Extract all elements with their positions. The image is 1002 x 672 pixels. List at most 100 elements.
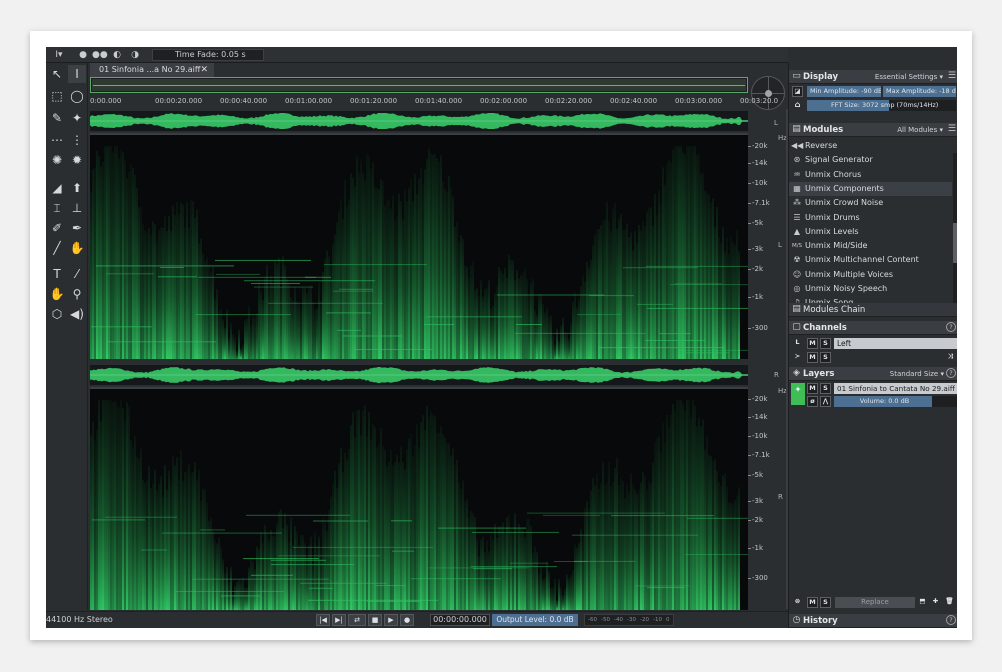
fft-size-slider-bg[interactable]: FFT Size: 3072 smp (70ms/14Hz) [807,100,956,111]
spectrogram-left[interactable] [90,135,748,359]
channel-name-field[interactable]: Left [834,338,957,349]
module-item-unmix-noisy-speech[interactable]: ◎ Unmix Noisy Speech [789,282,952,296]
vertical-selection-icon[interactable]: ⋮ [68,131,86,149]
knife-icon[interactable]: ╱ [48,239,66,257]
waveform-right[interactable] [90,365,748,385]
module-item-unmix-multichannel-content[interactable]: ☢ Unmix Multichannel Content [789,253,952,267]
time-selection-icon[interactable]: ↖ [48,65,66,83]
pencil-area-icon[interactable]: ✐ [48,219,66,237]
history-panel-header[interactable]: ◷ History ? [789,614,957,628]
time-ruler[interactable]: 0:00.000 00:00:20.000 00:00:40.000 00:01:00… [88,95,778,109]
go-to-start-icon[interactable]: |◀ [316,614,330,626]
rectangle-selection-icon[interactable]: ⬚ [48,87,66,105]
harmonic-selection-icon[interactable]: ✺ [48,151,66,169]
freq-tick-label: -3k [747,245,764,253]
display-preset-dropdown[interactable]: Essential Settings ▾ [875,73,943,81]
module-item-reverse[interactable]: ◀◀ Reverse [789,139,952,153]
zoom-icon[interactable]: ⚲ [68,285,86,303]
new-layer-icon[interactable]: ✚ [930,597,941,608]
menu-icon[interactable]: ☰ [948,71,956,81]
magic-wand-icon[interactable]: ✦ [68,109,86,127]
channel2-solo-button[interactable]: S [820,352,831,363]
module-item-unmix-multiple-voices[interactable]: ☺ Unmix Multiple Voices [789,268,952,282]
layer-name-field[interactable]: 01 Sinfonia to Cantata No 29.aiff [834,383,957,394]
layer-active-icon[interactable]: ✦ [791,383,805,405]
3d-cube-icon[interactable]: ⬡ [48,305,66,323]
loop-icon[interactable]: ⇄ [348,614,366,626]
waveform-left[interactable] [90,111,748,131]
stamp-icon[interactable]: ⌶ [48,199,66,217]
layers-solo-all-button[interactable]: S [820,597,831,608]
layers-panel-header[interactable]: ◈ Layers Standard Size ▾ ? [789,367,957,381]
selection-mode-1-icon[interactable]: ● [76,50,90,60]
modules-scroll-thumb[interactable] [953,223,957,263]
swap-channels-icon[interactable]: ⤨ [945,352,956,363]
modules-chain-header[interactable]: ▤ Modules Chain [789,303,957,317]
layer-solo-button[interactable]: S [820,383,831,394]
channel-link-icon[interactable]: ≻ [792,352,803,363]
sparkle-icon[interactable]: ✹ [68,151,86,169]
layer-mute-button[interactable]: M [807,383,818,394]
module-item-unmix-components[interactable]: ▦ Unmix Components [789,181,952,196]
channel-mute-button[interactable]: M [807,338,818,349]
module-item-unmix-mid-side[interactable]: M/S Unmix Mid/Side [789,239,952,253]
stop-icon[interactable]: ■ [368,614,382,626]
selection-mode-4-icon[interactable]: ◑ [128,50,142,60]
module-item-unmix-levels[interactable]: ▲ Unmix Levels [789,225,952,239]
blend-mode-dropdown[interactable]: Replace [835,597,915,608]
layer-stack-icon[interactable]: ⊜ [792,597,803,608]
close-icon[interactable]: ✕ [200,63,208,77]
channel-solo-button[interactable]: S [820,338,831,349]
channels-panel-header[interactable]: ▢ Channels ? [789,321,957,335]
add-layer-icon[interactable]: ⬒ [917,597,928,608]
time-fade-field[interactable]: Time Fade: 0.05 s [152,49,264,61]
eyedropper-icon[interactable]: ⁄ [68,265,86,283]
play-icon[interactable]: ▶ [384,614,398,626]
speaker-icon[interactable]: ◀) [68,305,86,323]
brush-selection-icon[interactable]: ✎ [48,109,66,127]
clone-stamp-icon[interactable]: ⊥ [68,199,86,217]
display-panel-header[interactable]: ▭ Display Essential Settings ▾ ☰ [789,70,957,84]
spectrogram-right[interactable] [90,389,748,610]
layer-volume-slider[interactable]: Volume: 0.0 dB [834,396,932,407]
overview-bar[interactable] [90,77,748,93]
smudge-icon[interactable]: ✋ [68,239,86,257]
go-to-end-icon[interactable]: ▶| [332,614,346,626]
selection-mode-2-icon[interactable]: ●● [92,50,108,60]
layers-mute-all-button[interactable]: M [807,597,818,608]
module-item-unmix-crowd-noise[interactable]: ⁂ Unmix Crowd Noise [789,196,952,210]
output-level-slider[interactable]: Output Level: 0.0 dB [492,614,578,626]
max-amplitude-slider[interactable]: Max Amplitude: -18 dB [883,86,956,97]
module-item-signal-generator[interactable]: ⊛ Signal Generator [789,153,952,167]
layers-help-icon[interactable]: ? [946,368,956,378]
history-help-icon[interactable]: ? [946,615,956,625]
min-amplitude-slider[interactable]: Min Amplitude: -90 dB [807,86,881,97]
module-item-unmix-chorus[interactable]: ♒ Unmix Chorus [789,168,952,182]
text-tool-icon[interactable]: T [48,265,66,283]
record-icon[interactable]: ● [400,614,414,626]
hand-icon[interactable]: ✋ [48,285,66,303]
channel2-mute-button[interactable]: M [807,352,818,363]
modules-menu-icon[interactable]: ☰ [948,124,956,134]
lasso-icon[interactable]: ◯ [68,87,86,105]
pen-icon[interactable]: ✒ [68,219,86,237]
timecode-display[interactable]: 00:00:00.000 [430,614,490,626]
modules-scrollbar[interactable] [953,153,957,317]
color-map-icon[interactable]: ◪ [792,86,803,97]
selection-mode-3-icon[interactable]: ◐ [110,50,124,60]
layer-volume-track[interactable] [932,396,957,407]
layers-size-dropdown[interactable]: Standard Size ▾ [890,370,944,378]
modules-filter-dropdown[interactable]: All Modules ▾ [897,126,943,134]
horizontal-selection-icon[interactable]: ⋯ [48,131,66,149]
phase-invert-icon[interactable]: ø [807,396,818,407]
cursor-mode-icon[interactable]: I▾ [52,50,66,60]
file-tab[interactable]: 01 Sinfonia ...a No 29.aiff ✕ [90,63,214,77]
text-cursor-icon[interactable]: I [68,65,86,83]
modules-panel-header[interactable]: ▤ Modules All Modules ▾ ☰ [789,123,957,137]
module-item-unmix-drums[interactable]: ☰ Unmix Drums [789,211,952,225]
eraser-icon[interactable]: ◢ [48,179,66,197]
help-icon[interactable]: ? [946,322,956,332]
delete-layer-icon[interactable]: 🗑 [944,597,955,608]
amplify-icon[interactable]: ⬆ [68,179,86,197]
layer-link-icon[interactable]: ⋀ [820,396,831,407]
